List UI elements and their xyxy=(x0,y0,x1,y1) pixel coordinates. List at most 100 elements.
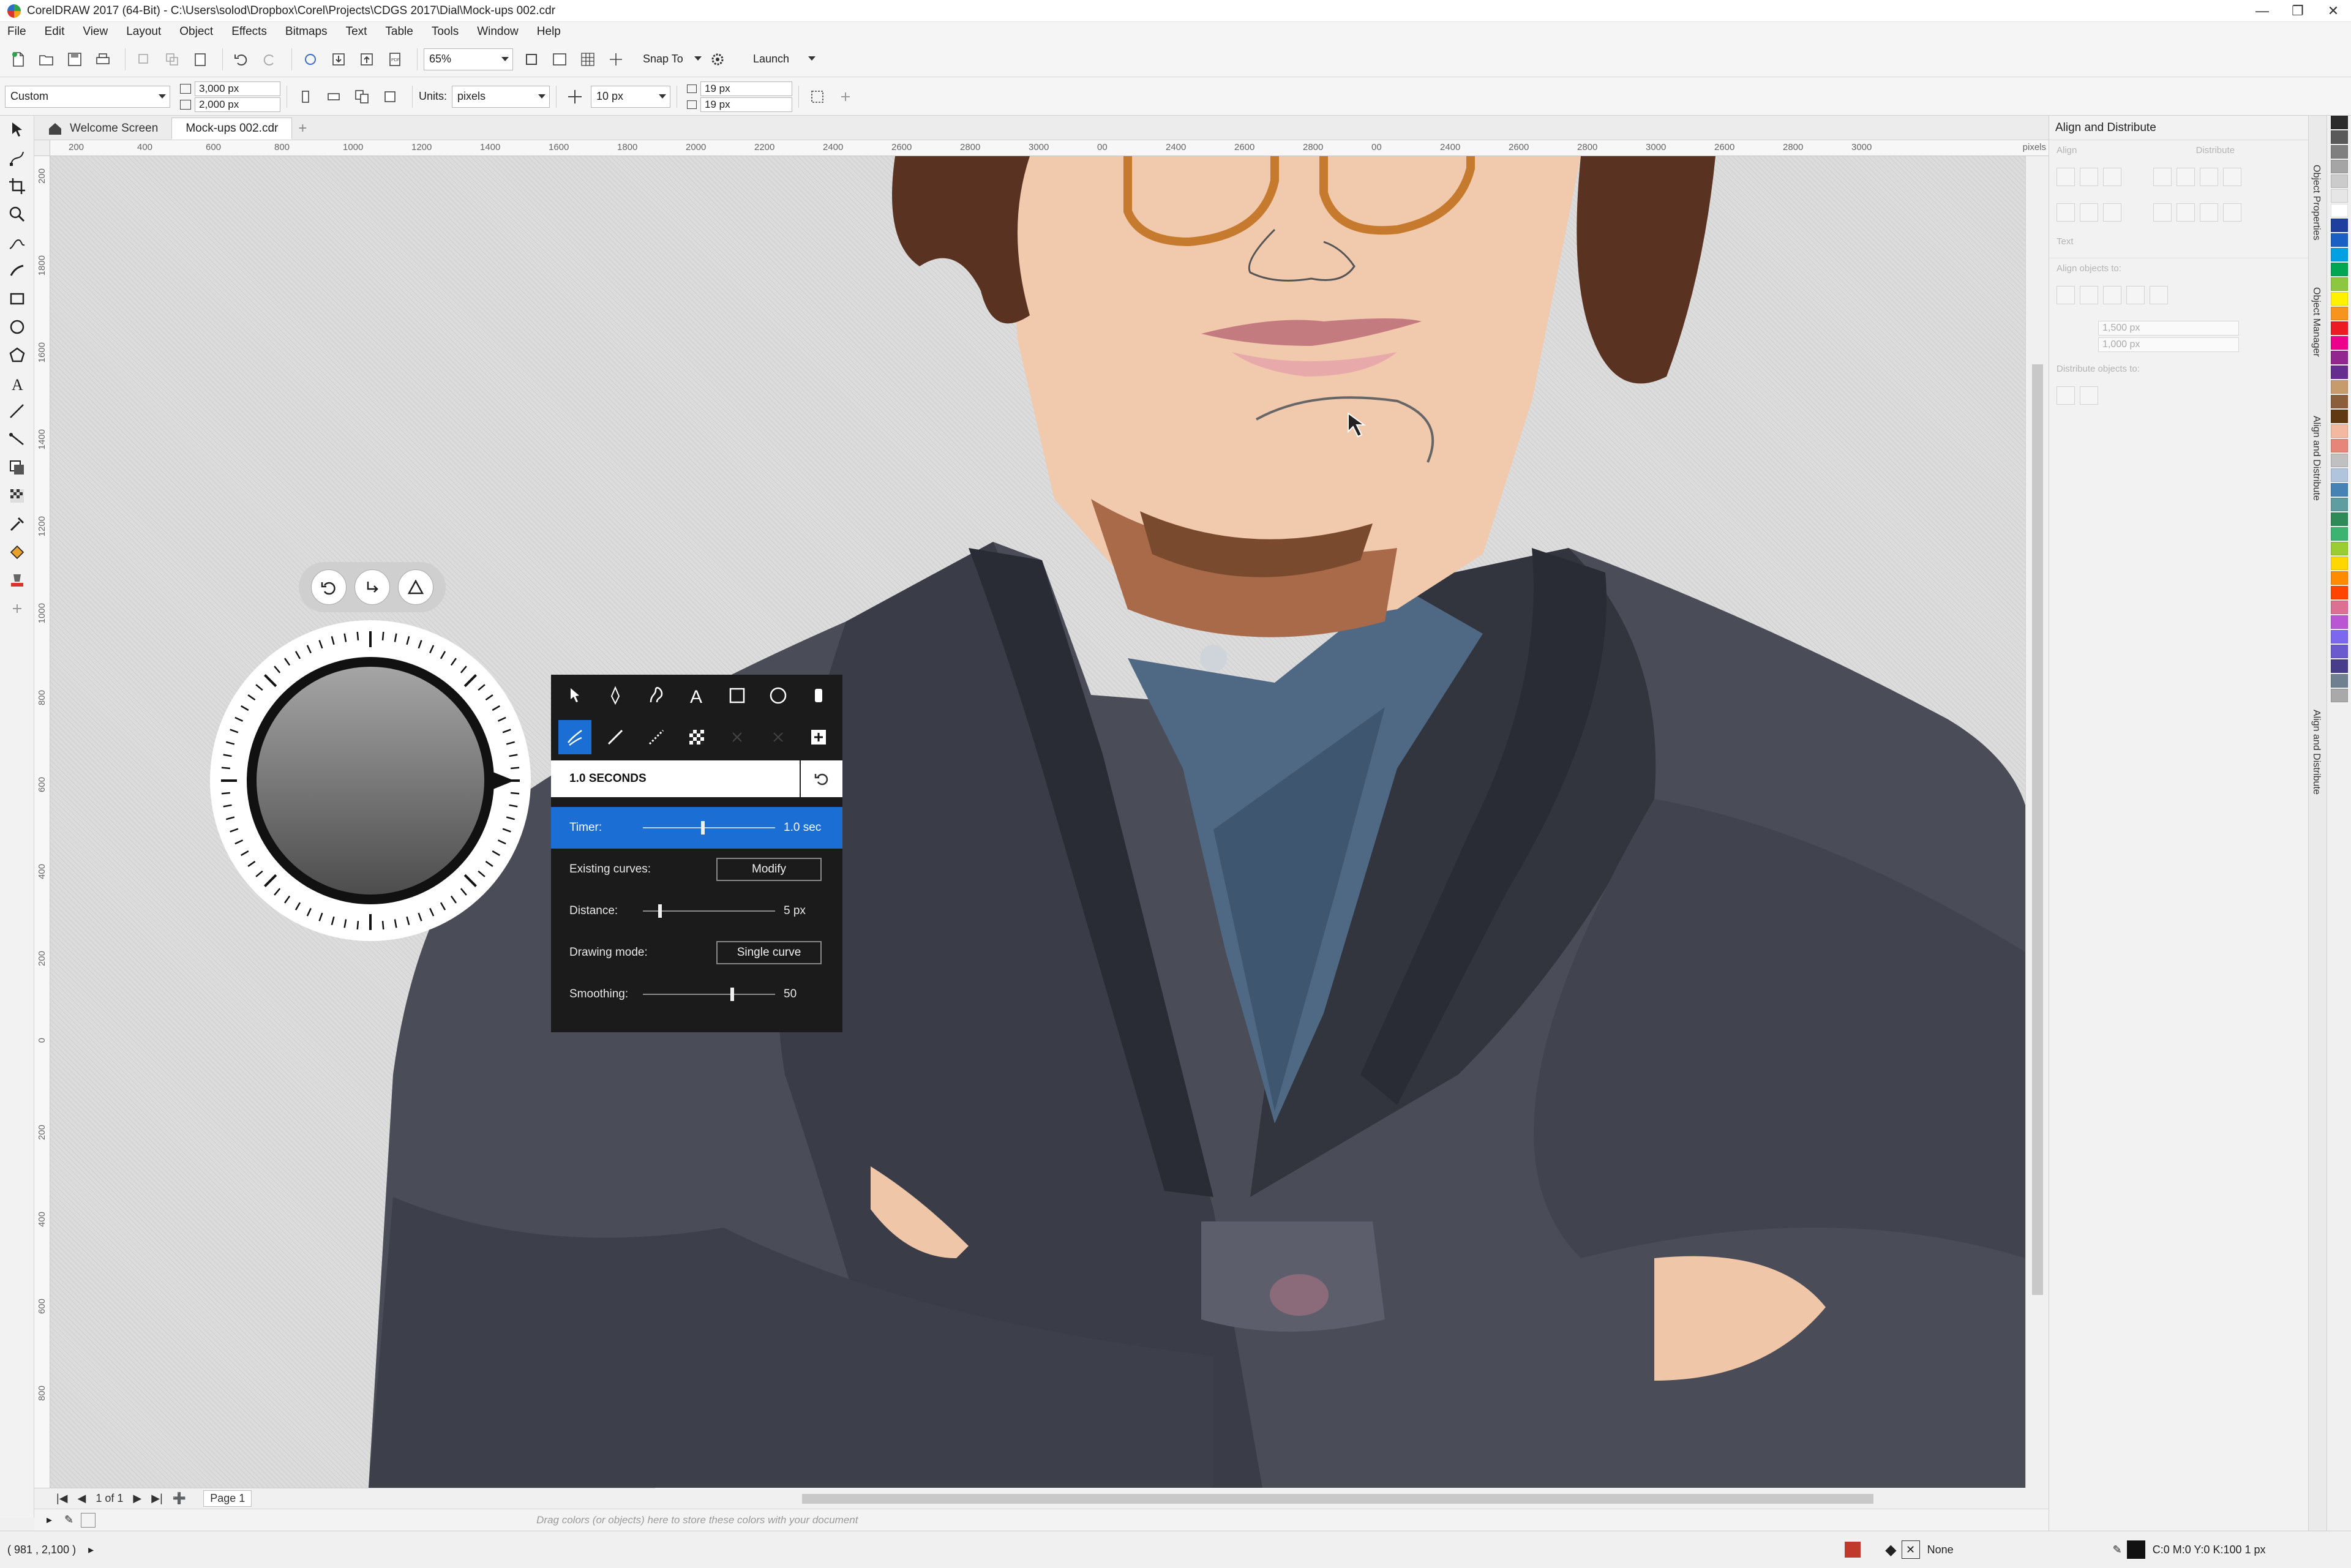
color-swatch[interactable] xyxy=(2331,615,2348,629)
color-swatch[interactable] xyxy=(2331,542,2348,555)
dial-redo-button[interactable] xyxy=(354,569,390,605)
add-preset-button[interactable] xyxy=(833,84,858,109)
menu-text[interactable]: Text xyxy=(346,25,367,39)
horizontal-scrollbar[interactable] xyxy=(655,1488,2027,1509)
freehand-tool-icon[interactable] xyxy=(0,228,34,257)
no-fill-swatch[interactable]: ✕ xyxy=(1901,1540,1920,1559)
units-select[interactable]: pixels xyxy=(452,85,550,108)
drop-shadow-tool-icon[interactable] xyxy=(0,454,34,482)
align-left-button[interactable] xyxy=(2057,168,2075,186)
color-swatch[interactable] xyxy=(2331,292,2348,306)
timer-slider[interactable] xyxy=(643,821,775,835)
menu-view[interactable]: View xyxy=(83,25,108,39)
options-gear-icon[interactable] xyxy=(705,47,730,72)
menu-help[interactable]: Help xyxy=(537,25,561,39)
parallel-dimension-tool-icon[interactable] xyxy=(0,397,34,426)
outline-color-swatch[interactable] xyxy=(2126,1540,2145,1559)
landscape-button[interactable] xyxy=(321,84,346,109)
menu-window[interactable]: Window xyxy=(477,25,519,39)
color-swatch[interactable] xyxy=(2331,645,2348,658)
reset-button[interactable] xyxy=(800,760,842,797)
dial-undo-button[interactable] xyxy=(311,569,347,605)
color-swatch[interactable] xyxy=(2331,468,2348,482)
next-page-button[interactable]: ▶ xyxy=(133,1492,141,1505)
interactive-fill-tool-icon[interactable] xyxy=(0,538,34,566)
color-swatch[interactable] xyxy=(2331,189,2348,203)
color-swatch[interactable] xyxy=(2331,483,2348,497)
save-button[interactable] xyxy=(62,47,87,72)
distribute-right-button[interactable] xyxy=(2223,168,2242,186)
tab-document[interactable]: Mock-ups 002.cdr xyxy=(171,118,293,140)
color-swatch[interactable] xyxy=(2331,586,2348,599)
text-tool-icon[interactable]: A xyxy=(680,678,713,713)
align-to-page-edge-button[interactable] xyxy=(2080,286,2098,304)
rectangle-tool-icon[interactable] xyxy=(721,678,754,713)
color-swatch[interactable] xyxy=(2331,395,2348,408)
rectangle-tool-icon[interactable] xyxy=(0,285,34,313)
x-position-input[interactable]: 1,500 px xyxy=(2098,321,2239,336)
menu-edit[interactable]: Edit xyxy=(45,25,65,39)
timer-slider-knob[interactable] xyxy=(700,821,705,835)
import-button[interactable] xyxy=(326,47,351,72)
align-top-button[interactable] xyxy=(2057,203,2075,222)
color-swatch[interactable] xyxy=(2331,527,2348,541)
full-screen-preview-button[interactable] xyxy=(547,47,572,72)
color-swatch[interactable] xyxy=(2331,601,2348,614)
palette-menu-icon[interactable]: ▸ xyxy=(47,1514,52,1526)
paste-button[interactable] xyxy=(188,47,212,72)
publish-pdf-button[interactable]: PDF xyxy=(383,47,407,72)
distribute-center-button[interactable] xyxy=(2177,168,2195,186)
align-right-button[interactable] xyxy=(2103,168,2121,186)
align-to-point-button[interactable] xyxy=(2150,286,2168,304)
page-width-input[interactable]: 3,000 px xyxy=(195,81,280,96)
treat-as-filled-button[interactable] xyxy=(805,84,830,109)
search-content-button[interactable] xyxy=(298,47,323,72)
shape-tool-icon[interactable] xyxy=(0,144,34,172)
color-swatch[interactable] xyxy=(2331,336,2348,350)
launch-dropdown[interactable]: Launch xyxy=(733,48,819,70)
tab-align-distribute[interactable]: Align and Distribute xyxy=(2311,416,2322,501)
color-swatch[interactable] xyxy=(2331,571,2348,585)
menu-table[interactable]: Table xyxy=(385,25,413,39)
dial-shape-button[interactable] xyxy=(397,569,433,605)
distance-slider[interactable] xyxy=(643,904,775,918)
color-swatch[interactable] xyxy=(2331,204,2348,217)
transparency-tool-icon[interactable] xyxy=(680,720,713,754)
color-swatch[interactable] xyxy=(2331,233,2348,247)
color-swatch[interactable] xyxy=(2331,410,2348,423)
restore-button[interactable]: ❐ xyxy=(2280,0,2315,22)
page-1-tab[interactable]: Page 1 xyxy=(203,1490,252,1507)
dashed-line-tool-icon[interactable] xyxy=(640,720,673,754)
color-swatch[interactable] xyxy=(2331,689,2348,702)
color-swatch[interactable] xyxy=(2331,557,2348,570)
zoom-level-select[interactable]: 65% xyxy=(424,48,513,70)
page-preset-select[interactable]: Custom xyxy=(5,85,170,108)
text-tool-icon[interactable]: A xyxy=(0,369,34,397)
last-page-button[interactable]: ▶| xyxy=(151,1492,163,1505)
menu-effects[interactable]: Effects xyxy=(231,25,267,39)
smoothing-row[interactable]: Smoothing: 50 xyxy=(551,973,842,1015)
add-tab-button[interactable]: + xyxy=(292,118,313,140)
add-tool-button[interactable] xyxy=(802,720,835,754)
align-bottom-button[interactable] xyxy=(2103,203,2121,222)
eraser-tool-icon[interactable] xyxy=(802,678,835,713)
smart-fill-tool-icon[interactable] xyxy=(0,566,34,595)
color-swatch[interactable] xyxy=(2331,307,2348,320)
color-swatch[interactable] xyxy=(2331,424,2348,438)
y-position-input[interactable]: 1,000 px xyxy=(2098,337,2239,352)
color-swatch[interactable] xyxy=(2331,351,2348,364)
color-swatch[interactable] xyxy=(2331,659,2348,673)
pick-tool-icon[interactable] xyxy=(0,116,34,144)
color-swatch[interactable] xyxy=(2331,512,2348,526)
color-swatch[interactable] xyxy=(2331,219,2348,232)
color-swatch[interactable] xyxy=(2331,498,2348,511)
artistic-media-tool-icon[interactable] xyxy=(0,257,34,285)
portrait-button[interactable] xyxy=(293,84,318,109)
print-button[interactable] xyxy=(91,47,115,72)
distance-slider-knob[interactable] xyxy=(658,904,662,918)
distribute-v-spacing-button[interactable] xyxy=(2200,203,2219,222)
menu-file[interactable]: File xyxy=(7,25,26,39)
align-center-h-button[interactable] xyxy=(2080,168,2098,186)
duplicate-y-input[interactable]: 19 px xyxy=(700,97,793,112)
new-document-button[interactable] xyxy=(6,47,31,72)
